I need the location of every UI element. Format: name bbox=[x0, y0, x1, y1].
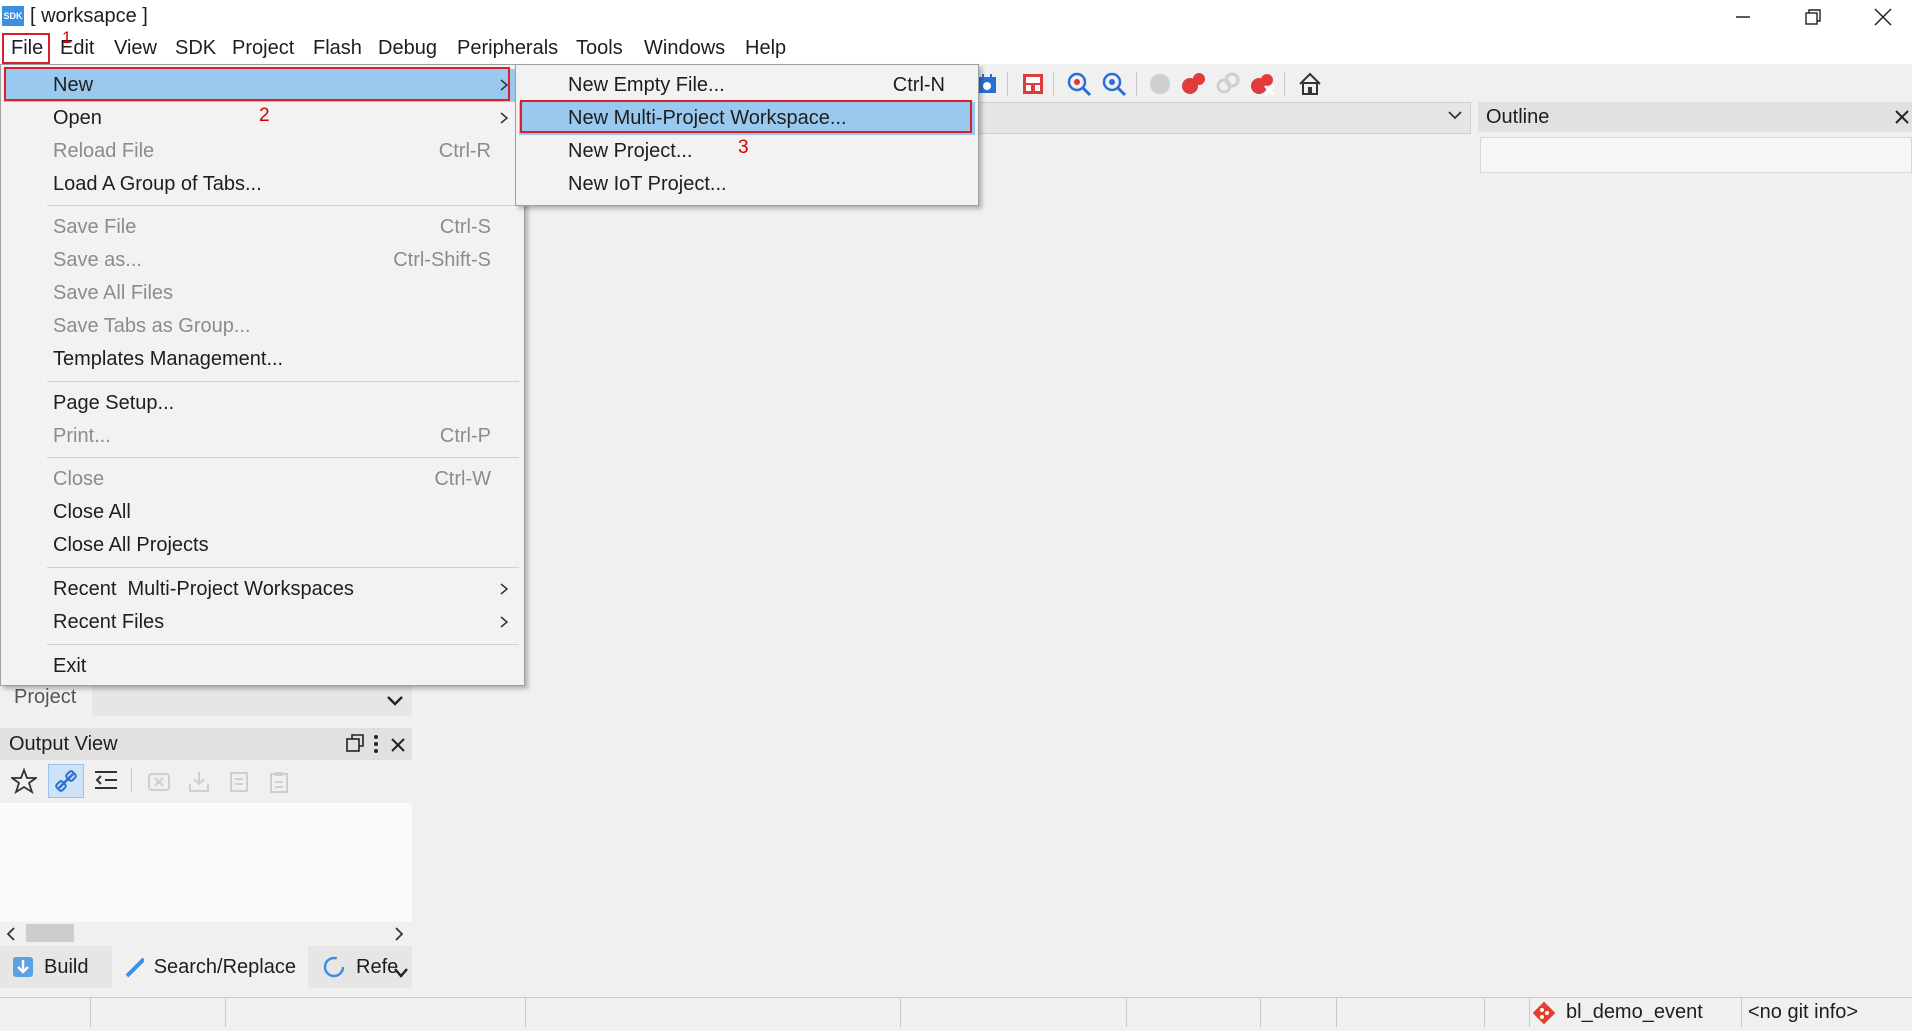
chevron-right-icon bbox=[499, 576, 509, 608]
menu-help[interactable]: Help bbox=[745, 37, 786, 60]
scroll-left-icon[interactable] bbox=[6, 925, 16, 948]
chevron-right-icon bbox=[499, 72, 509, 104]
menu-peripherals[interactable]: Peripherals bbox=[457, 37, 558, 60]
tab-build-label: Build bbox=[44, 955, 89, 978]
chevron-right-icon bbox=[499, 105, 509, 137]
remove-breakpoints-icon[interactable] bbox=[1249, 70, 1277, 98]
menu-item-save-file[interactable]: Save File Ctrl-S bbox=[4, 211, 521, 244]
tab-build[interactable]: Build bbox=[0, 946, 112, 988]
git-branch-icon bbox=[1532, 1001, 1556, 1031]
outline-title: Outline bbox=[1486, 106, 1550, 128]
title-bar: SDK [ worksapce ] bbox=[0, 0, 1912, 34]
output-view-header: Output View bbox=[0, 728, 412, 760]
load-icon[interactable] bbox=[1019, 70, 1047, 98]
menu-tools[interactable]: Tools bbox=[576, 37, 623, 60]
link-disabled-icon[interactable] bbox=[1214, 70, 1242, 98]
menu-flash[interactable]: Flash bbox=[313, 37, 362, 60]
menu-item-exit[interactable]: Exit bbox=[4, 650, 521, 683]
menu-windows[interactable]: Windows bbox=[644, 37, 725, 60]
output-toolbar bbox=[0, 762, 412, 800]
output-text-area[interactable] bbox=[0, 803, 412, 923]
outline-filter-input[interactable] bbox=[1480, 137, 1912, 173]
editor-file-combo[interactable] bbox=[975, 102, 1471, 134]
new-submenu: New Empty File... Ctrl-N New Multi-Projec… bbox=[515, 64, 979, 206]
chevron-down-icon bbox=[386, 686, 404, 713]
close-icon bbox=[1874, 8, 1892, 26]
menu-bar: File Edit View SDK Project Flash Debug P… bbox=[0, 28, 1912, 64]
scroll-right-icon[interactable] bbox=[394, 925, 404, 948]
project-label: Project bbox=[14, 686, 77, 708]
tab-search-replace-label: Search/Replace bbox=[153, 955, 296, 978]
menu-item-save-all[interactable]: Save All Files bbox=[4, 277, 521, 310]
copy-icon[interactable] bbox=[227, 770, 251, 800]
restore-icon bbox=[1805, 9, 1821, 25]
annotation-step-2: 2 bbox=[259, 105, 270, 126]
minimize-icon bbox=[1736, 16, 1750, 18]
build-icon bbox=[13, 957, 33, 977]
menu-item-page-setup[interactable]: Page Setup... bbox=[4, 387, 521, 420]
paste-icon[interactable] bbox=[267, 770, 291, 800]
menu-view[interactable]: View bbox=[114, 37, 157, 60]
pencil-icon bbox=[125, 957, 144, 978]
git-branch-name: bl_demo_event bbox=[1566, 1001, 1703, 1023]
horizontal-scrollbar[interactable] bbox=[0, 922, 412, 944]
menu-item-templates[interactable]: Templates Management... bbox=[4, 343, 521, 376]
outline-panel-header: Outline bbox=[1478, 102, 1912, 132]
debug-search-alt-icon[interactable] bbox=[1100, 70, 1128, 98]
link-output-icon[interactable] bbox=[48, 764, 84, 798]
menu-item-load-tab-group[interactable]: Load A Group of Tabs... bbox=[4, 168, 521, 201]
tab-references-label: Refe bbox=[356, 955, 399, 978]
menu-item-save-as[interactable]: Save as... Ctrl-Shift-S bbox=[4, 244, 521, 277]
app-icon: SDK bbox=[2, 6, 24, 26]
window-title: [ worksapce ] bbox=[30, 5, 148, 27]
float-panel-icon[interactable] bbox=[346, 734, 364, 758]
annotation-step-3: 3 bbox=[738, 137, 749, 158]
download-icon[interactable] bbox=[187, 770, 211, 800]
menu-item-new-empty-file[interactable]: New Empty File... Ctrl-N bbox=[519, 69, 975, 102]
debug-search-icon[interactable] bbox=[1065, 70, 1093, 98]
annotation-step-1: 1 bbox=[62, 28, 72, 47]
status-bar: bl_demo_event <no git info> bbox=[0, 997, 1912, 1027]
menu-item-new-multi-project-workspace[interactable]: New Multi-Project Workspace... bbox=[519, 102, 975, 135]
breakpoint-disabled-icon[interactable] bbox=[1146, 70, 1174, 98]
menu-item-new[interactable]: New bbox=[4, 69, 521, 102]
clear-output-icon[interactable] bbox=[147, 770, 171, 800]
project-combo[interactable] bbox=[92, 684, 412, 716]
wrap-text-icon[interactable] bbox=[93, 768, 119, 800]
star-icon[interactable] bbox=[9, 767, 39, 800]
breakpoints-icon[interactable] bbox=[1180, 70, 1208, 98]
menu-sdk[interactable]: SDK bbox=[175, 37, 216, 60]
menu-project[interactable]: Project bbox=[232, 37, 294, 60]
menu-item-print[interactable]: Print... Ctrl-P bbox=[4, 420, 521, 453]
git-info: <no git info> bbox=[1748, 1001, 1859, 1023]
menu-item-save-tabs-group[interactable]: Save Tabs as Group... bbox=[4, 310, 521, 343]
bottom-tab-bar: Build Search/Replace Refe bbox=[0, 946, 412, 988]
menu-item-recent-files[interactable]: Recent Files bbox=[4, 606, 521, 639]
more-options-icon[interactable] bbox=[373, 734, 379, 760]
chevron-down-icon bbox=[1448, 107, 1462, 125]
tab-search-replace[interactable]: Search/Replace bbox=[112, 946, 308, 988]
close-panel-icon[interactable] bbox=[390, 736, 406, 759]
menu-item-close[interactable]: Close Ctrl-W bbox=[4, 463, 521, 496]
restore-button[interactable] bbox=[1778, 0, 1848, 34]
close-window-button[interactable] bbox=[1848, 0, 1912, 34]
scrollbar-thumb[interactable] bbox=[26, 924, 74, 942]
project-selector-bar: Project bbox=[0, 682, 412, 718]
menu-item-close-all-projects[interactable]: Close All Projects bbox=[4, 529, 521, 562]
menu-item-new-iot-project[interactable]: New IoT Project... bbox=[519, 168, 975, 201]
outline-close-icon[interactable] bbox=[1894, 103, 1910, 132]
file-menu-dropdown: New Open 2 Reload File Ctrl-R Load A Grou… bbox=[0, 64, 525, 686]
menu-item-close-all[interactable]: Close All bbox=[4, 496, 521, 529]
menu-item-reload-file[interactable]: Reload File Ctrl-R bbox=[4, 135, 521, 168]
output-view-title: Output View bbox=[9, 733, 118, 755]
menu-debug[interactable]: Debug bbox=[378, 37, 437, 60]
tabs-overflow-chevron-icon[interactable] bbox=[393, 962, 409, 985]
refresh-icon bbox=[323, 956, 345, 978]
menu-item-recent-workspaces[interactable]: Recent Multi-Project Workspaces bbox=[4, 573, 521, 606]
minimize-button[interactable] bbox=[1708, 0, 1778, 34]
home-icon[interactable] bbox=[1296, 70, 1324, 98]
chevron-right-icon bbox=[499, 609, 509, 641]
menu-file[interactable]: File bbox=[11, 37, 43, 60]
